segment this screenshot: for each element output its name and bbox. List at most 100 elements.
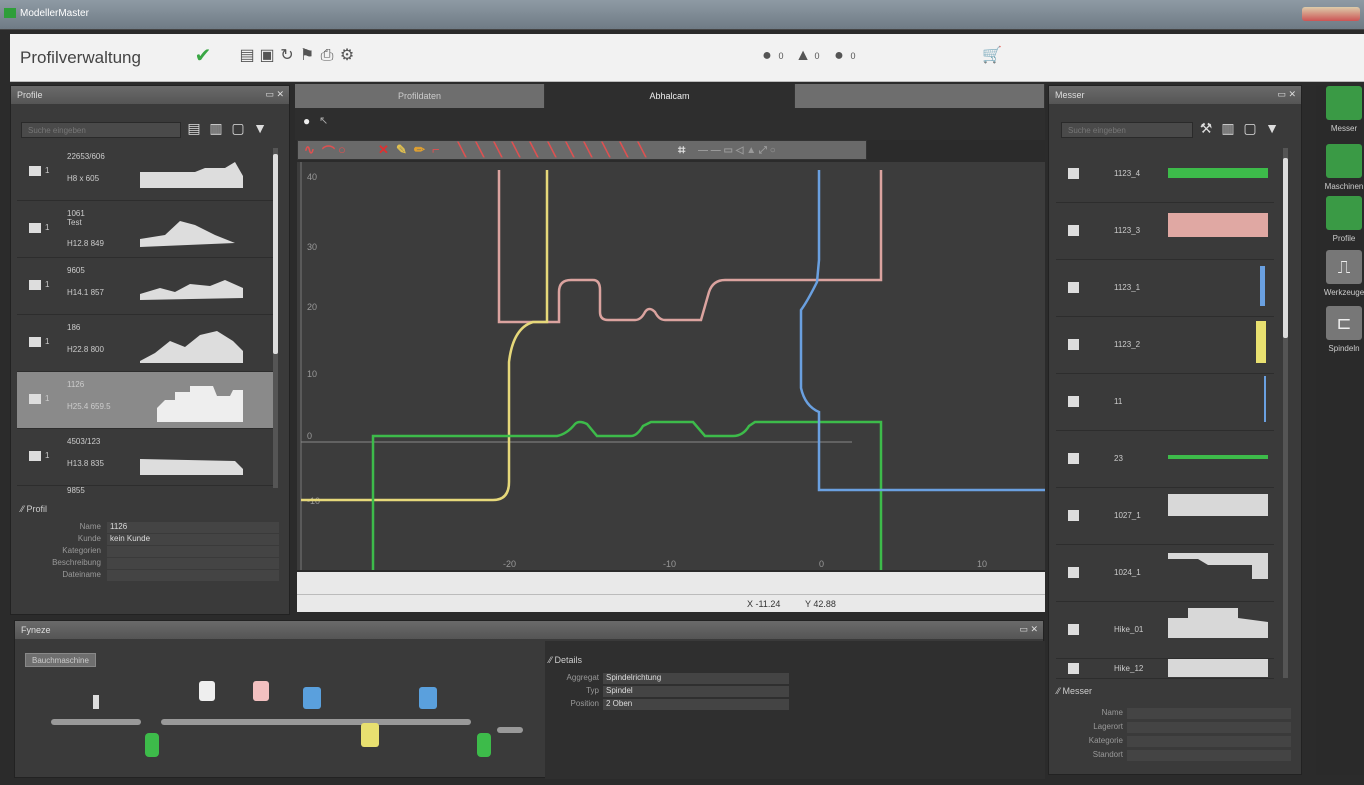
cart-icon[interactable]: 🛒 — [982, 46, 1002, 66]
checkbox[interactable] — [1068, 396, 1079, 407]
knife-icon[interactable] — [1326, 86, 1362, 120]
list-item[interactable]: 23 — [1056, 431, 1274, 488]
slash-tool-icon[interactable]: ╲ — [476, 142, 484, 158]
pen-tool-icon[interactable]: ✎ — [396, 142, 407, 158]
arc-tool-icon[interactable]: ⌒ — [322, 142, 335, 161]
tab-abhalcam[interactable]: Abhalcam — [545, 84, 795, 108]
prop-value[interactable] — [1127, 750, 1291, 761]
spindle-icon[interactable]: ⊏ — [1326, 306, 1362, 340]
slash-tool-icon[interactable]: ╲ — [458, 142, 466, 158]
profile-drawing[interactable]: 40 30 20 10 0 -10 -20 -10 0 10 — [297, 162, 1045, 570]
slash-tool-icon[interactable]: ╲ — [620, 142, 628, 158]
select-tool-icon[interactable]: ⌗ — [678, 142, 685, 158]
prop-value[interactable]: 1126 — [107, 522, 279, 533]
checkbox[interactable] — [1068, 624, 1079, 635]
tab-empty[interactable] — [795, 84, 1045, 108]
checkbox[interactable] — [1068, 663, 1079, 674]
machine-diagram[interactable] — [45, 671, 545, 771]
copy-messer-icon[interactable]: ▥ — [1221, 120, 1235, 137]
checkbox[interactable] — [1068, 510, 1079, 521]
prop-value[interactable] — [107, 546, 279, 557]
line-tool-icon[interactable]: ∿ — [304, 142, 315, 158]
pencil-tool-icon[interactable]: ✏ — [414, 142, 425, 158]
pointer-icon[interactable]: ● — [303, 114, 310, 128]
list-item[interactable]: 1 1061 Test H12.8 849 — [17, 201, 275, 258]
tool-icon[interactable]: ⎍ — [1326, 250, 1362, 284]
detail-value[interactable]: Spindelrichtung — [603, 673, 789, 684]
slash-tool-icon[interactable]: ╲ — [530, 142, 538, 158]
detail-value[interactable]: Spindel — [603, 686, 789, 697]
drawing-canvas[interactable]: 40 30 20 10 0 -10 -20 -10 0 10 — [297, 162, 1045, 570]
prop-value[interactable] — [1127, 708, 1291, 719]
checkbox[interactable] — [1068, 339, 1079, 350]
filter-icon[interactable]: ▼ — [1265, 120, 1279, 136]
delete-profile-icon[interactable]: ▢ — [231, 120, 245, 137]
delete-tool-icon[interactable]: ✕ — [378, 142, 389, 158]
slash-tool-icon[interactable]: ╲ — [494, 142, 502, 158]
checkbox[interactable] — [1068, 168, 1079, 179]
list-item[interactable]: 1123_2 — [1056, 317, 1274, 374]
panel-controls[interactable]: ▭ ✕ — [1019, 624, 1038, 635]
checkbox[interactable] — [1068, 225, 1079, 236]
messer-search-input[interactable]: Suche eingeben — [1061, 122, 1193, 138]
list-item[interactable]: 1 9605 H14.1 857 — [17, 258, 275, 315]
prop-value[interactable] — [1127, 736, 1291, 747]
tab-profildaten[interactable]: Profildaten — [295, 84, 545, 108]
slash-tool-icon[interactable]: ╲ — [602, 142, 610, 158]
slash-tool-icon[interactable]: ╲ — [512, 142, 520, 158]
check-icon[interactable]: ✔ — [194, 46, 212, 66]
profile-icon[interactable] — [1326, 196, 1362, 230]
checkbox[interactable] — [1068, 282, 1079, 293]
list-item[interactable]: 1123_1 — [1056, 260, 1274, 317]
knife-add-icon[interactable]: ⚒ — [1199, 120, 1213, 137]
list-item[interactable]: 11 — [1056, 374, 1274, 431]
list-item[interactable]: 1027_1 — [1056, 488, 1274, 545]
prop-value[interactable] — [107, 558, 279, 569]
warning-icon[interactable]: ▲ — [794, 46, 812, 66]
prop-value[interactable] — [107, 570, 279, 581]
profile-scroll-thumb[interactable] — [273, 154, 278, 354]
filter-icon[interactable]: ▼ — [253, 120, 267, 136]
gear-icon[interactable]: ⚙ — [338, 46, 356, 66]
list-item[interactable]: Hike_12 — [1056, 659, 1274, 679]
list-item[interactable]: 1123_3 — [1056, 203, 1274, 260]
flag-icon[interactable]: ⚑ — [298, 46, 316, 66]
pan-icon[interactable]: ↖ — [319, 114, 328, 127]
save-icon[interactable]: ▣ — [258, 46, 276, 66]
undo-icon[interactable]: ↻ — [278, 46, 296, 66]
list-item[interactable]: 1024_1 — [1056, 545, 1274, 602]
machine-icon[interactable] — [1326, 144, 1362, 178]
info-icon[interactable]: ● — [758, 46, 776, 66]
prop-value[interactable]: kein Kunde — [107, 534, 279, 545]
messer-scroll-thumb[interactable] — [1283, 158, 1288, 338]
window-controls[interactable] — [1302, 7, 1360, 21]
profile-search-input[interactable]: Suche eingeben — [21, 122, 181, 138]
list-item[interactable]: 1 4503/123 H13.8 835 — [17, 429, 275, 486]
detail-value[interactable]: 2 Oben — [603, 699, 789, 710]
machine-select-button[interactable]: Bauchmaschine — [25, 653, 96, 667]
slash-tool-icon[interactable]: ╲ — [548, 142, 556, 158]
slash-tool-icon[interactable]: ╲ — [584, 142, 592, 158]
list-item[interactable]: 1 22653/606 H8 x 605 — [17, 144, 275, 201]
prop-value[interactable] — [1127, 722, 1291, 733]
circle-tool-icon[interactable]: ○ — [338, 142, 346, 157]
brush-tool-icon[interactable]: ⌐ — [432, 142, 440, 157]
list-item[interactable]: 1 186 H22.8 800 — [17, 315, 275, 372]
list-item[interactable]: 1 1126 H25.4 659.5 — [17, 372, 275, 429]
copy-profile-icon[interactable]: ▥ — [209, 120, 223, 137]
prop-label: Name — [1101, 708, 1123, 717]
delete-messer-icon[interactable]: ▢ — [1243, 120, 1257, 137]
new-profile-icon[interactable]: ▤ — [187, 120, 201, 137]
slash-tool-icon[interactable]: ╲ — [638, 142, 646, 158]
document-icon[interactable]: ▤ — [238, 46, 256, 66]
print-icon[interactable]: ⎙ — [318, 46, 336, 66]
list-item[interactable]: Hike_01 — [1056, 602, 1274, 659]
slash-tool-icon[interactable]: ╲ — [566, 142, 574, 158]
checkbox[interactable] — [1068, 453, 1079, 464]
panel-controls[interactable]: ▭ ✕ — [265, 89, 284, 100]
error-icon[interactable]: ● — [830, 46, 848, 66]
panel-controls[interactable]: ▭ ✕ — [1277, 89, 1296, 100]
messer-thumbnail — [1168, 168, 1268, 178]
list-item[interactable]: 1123_4 — [1056, 146, 1274, 203]
checkbox[interactable] — [1068, 567, 1079, 578]
